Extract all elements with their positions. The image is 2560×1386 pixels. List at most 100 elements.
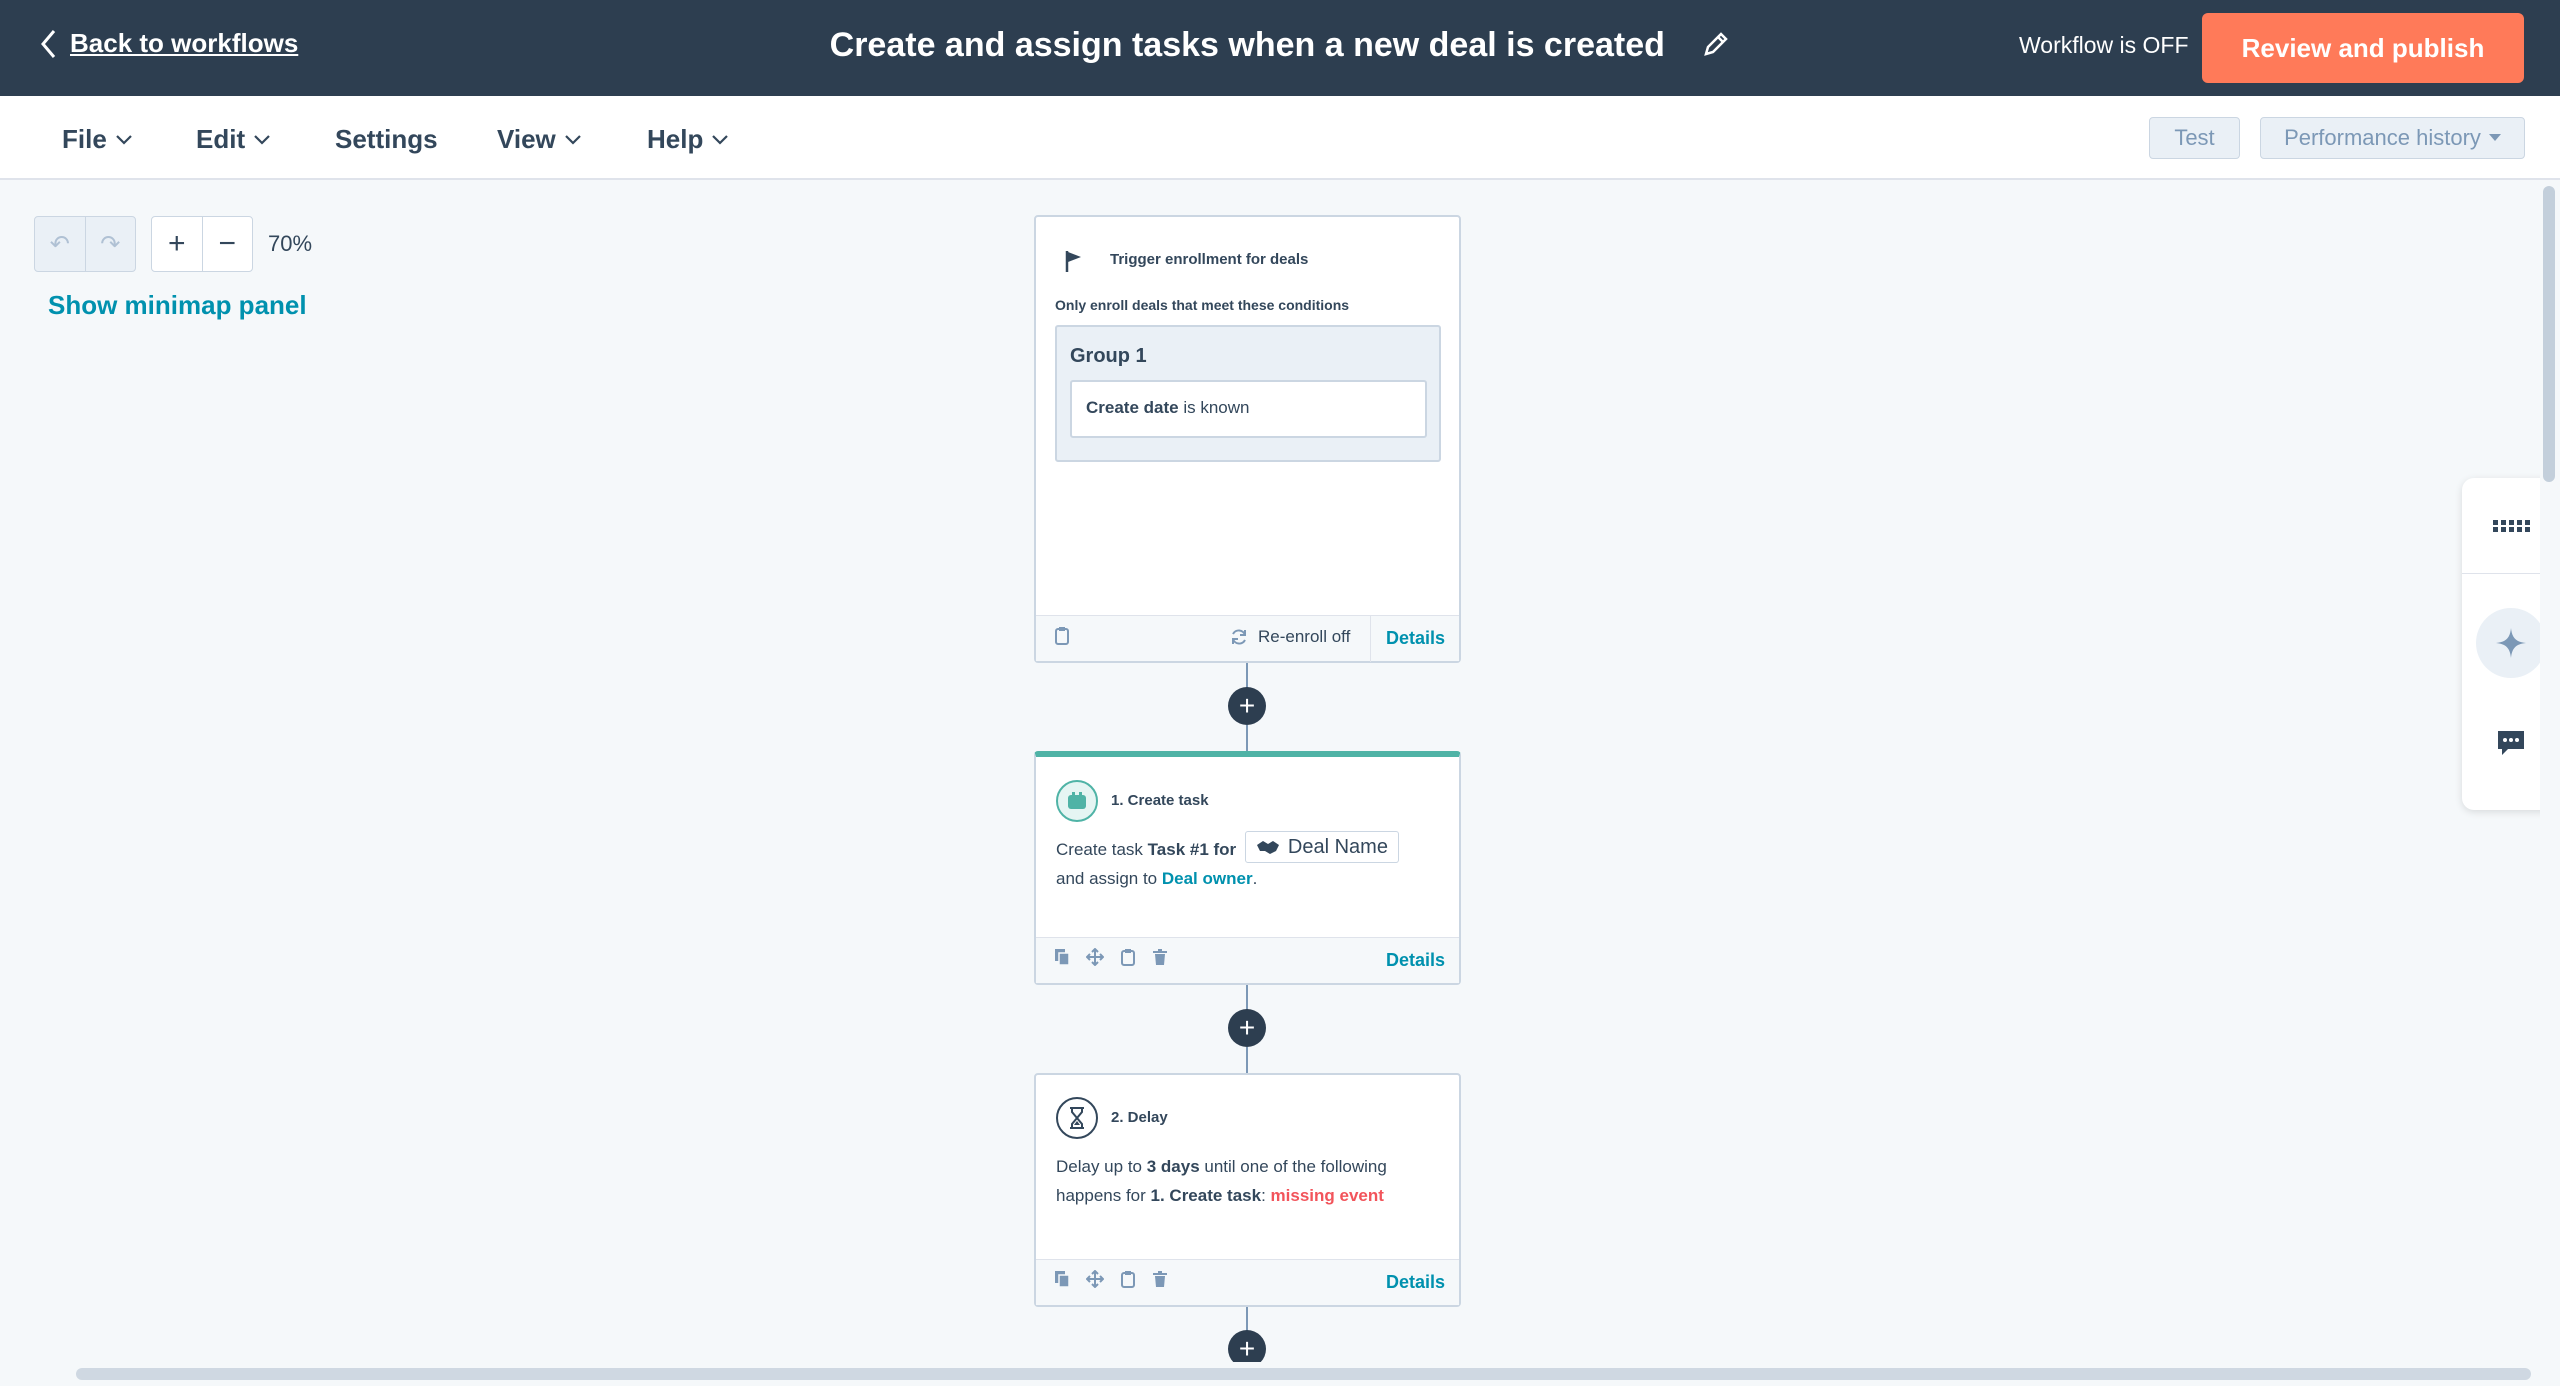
performance-history-label: Performance history — [2284, 125, 2481, 150]
top-bar: Back to workflows Create and assign task… — [0, 0, 2560, 96]
delay-description-line2: happens for 1. Create task: missing even… — [1056, 1180, 1384, 1212]
undo-icon: ↶ — [49, 230, 70, 258]
chat-icon — [2498, 731, 2524, 755]
zoom-in-button[interactable]: + — [152, 217, 202, 271]
minus-icon: − — [218, 227, 237, 260]
add-action-button[interactable]: + — [1228, 1009, 1266, 1047]
menu-edit-label: Edit — [196, 124, 246, 154]
redo-button[interactable]: ↷ — [84, 217, 136, 271]
menu-edit[interactable]: Edit — [196, 124, 271, 155]
trash-icon[interactable] — [1152, 948, 1168, 966]
connector-line — [1246, 1047, 1248, 1074]
zoom-out-button[interactable]: − — [201, 217, 253, 271]
copy-icon[interactable] — [1054, 948, 1070, 966]
delay-text-prefix: Delay up to — [1056, 1157, 1147, 1176]
create-task-details-link[interactable]: Details — [1386, 950, 1445, 971]
reenroll-label: Re-enroll off — [1258, 627, 1351, 646]
plus-icon: + — [1238, 1333, 1256, 1364]
review-and-publish-button[interactable]: Review and publish — [2202, 13, 2524, 83]
menu-help-label: Help — [647, 124, 704, 154]
workflow-title-text: Create and assign tasks when a new deal … — [829, 26, 1665, 64]
footer-divider — [1370, 616, 1371, 662]
chevron-down-icon — [712, 134, 729, 145]
delay-colon: : — [1261, 1186, 1271, 1205]
delay-footer: Details — [1036, 1259, 1459, 1305]
connector-line — [1246, 725, 1248, 752]
plus-icon: + — [167, 227, 186, 260]
copy-icon[interactable] — [1054, 1270, 1070, 1288]
undo-redo-group: ↶ ↷ — [34, 216, 136, 272]
move-icon[interactable] — [1086, 1270, 1104, 1288]
condition-operator: is known — [1178, 398, 1250, 417]
group-label: Group 1 — [1070, 345, 1147, 367]
redo-icon: ↷ — [100, 230, 121, 258]
assign-period: . — [1252, 869, 1258, 888]
assign-description: and assign to Deal owner. — [1056, 863, 1257, 895]
show-minimap-link[interactable]: Show minimap panel — [48, 290, 307, 321]
menu-view-label: View — [497, 124, 556, 154]
assign-text: and assign to — [1056, 869, 1162, 888]
task-icon — [1056, 780, 1098, 822]
zoom-level: 70% — [268, 231, 313, 256]
menu-file-label: File — [62, 124, 107, 154]
sparkle-icon — [2496, 628, 2526, 658]
delay-details-link[interactable]: Details — [1386, 1272, 1445, 1293]
delay-duration: 3 days — [1146, 1157, 1200, 1176]
create-task-description: Create task Task #1 for Deal Name — [1056, 831, 1399, 866]
clipboard-icon[interactable] — [1120, 948, 1136, 966]
create-task-title: 1. Create task — [1111, 792, 1209, 809]
task-name: Task #1 for — [1147, 840, 1237, 859]
delay-text-middle: until one of the following — [1199, 1157, 1387, 1176]
menu-file[interactable]: File — [62, 124, 133, 155]
workflow-status: Workflow is OFF — [2019, 32, 2189, 58]
missing-event-warning: missing event — [1270, 1186, 1384, 1205]
create-task-card[interactable]: 1. Create task Create task Task #1 for D… — [1034, 751, 1461, 985]
reenroll-toggle[interactable]: Re-enroll off — [1230, 627, 1350, 647]
hourglass-icon — [1056, 1097, 1098, 1139]
deal-owner-link[interactable]: Deal owner — [1162, 869, 1253, 888]
delay-title: 2. Delay — [1111, 1109, 1168, 1126]
horizontal-scrollbar-thumb[interactable] — [76, 1368, 2531, 1380]
delay-description-line1: Delay up to 3 days until one of the foll… — [1056, 1151, 1387, 1183]
clipboard-icon[interactable] — [1120, 1270, 1136, 1288]
edit-title-pencil-icon[interactable] — [1702, 28, 1730, 67]
refresh-icon — [1232, 629, 1246, 645]
create-task-footer: Details — [1036, 937, 1459, 983]
zoom-controls: + − — [151, 216, 253, 272]
deal-name-token: Deal Name — [1244, 831, 1399, 863]
trash-icon[interactable] — [1152, 1270, 1168, 1288]
ai-assistant-button[interactable] — [2476, 608, 2546, 678]
plus-icon: + — [1238, 690, 1256, 721]
test-button[interactable]: Test — [2149, 117, 2240, 159]
chevron-down-icon — [116, 134, 132, 145]
grid-dots-icon — [2493, 519, 2530, 532]
undo-button[interactable]: ↶ — [35, 217, 85, 271]
delay-reference: 1. Create task — [1150, 1186, 1262, 1205]
clipboard-icon[interactable] — [1054, 626, 1070, 646]
menu-view[interactable]: View — [497, 124, 582, 155]
trigger-title: Trigger enrollment for deals — [1110, 251, 1309, 268]
deal-name-label: Deal Name — [1287, 836, 1388, 858]
vertical-scrollbar-thumb[interactable] — [2543, 186, 2555, 482]
delay-card[interactable]: 2. Delay Delay up to 3 days until one of… — [1034, 1073, 1461, 1307]
trigger-card-footer: Re-enroll off Details — [1036, 615, 1459, 662]
move-icon[interactable] — [1086, 948, 1104, 966]
trigger-details-link[interactable]: Details — [1386, 628, 1445, 649]
menu-settings[interactable]: Settings — [335, 124, 438, 155]
handshake-icon — [1256, 841, 1279, 854]
condition-property: Create date — [1086, 398, 1179, 417]
trigger-card[interactable]: Trigger enrollment for deals Only enroll… — [1034, 215, 1461, 663]
menu-help[interactable]: Help — [647, 124, 729, 155]
trigger-subtitle: Only enroll deals that meet these condit… — [1055, 297, 1350, 313]
menu-settings-label: Settings — [335, 124, 438, 154]
chevron-down-icon — [254, 134, 270, 145]
add-action-button[interactable]: + — [1228, 687, 1266, 725]
plus-icon: + — [1238, 1012, 1256, 1043]
delay-text-happens: happens for — [1056, 1186, 1151, 1205]
chevron-down-icon — [565, 134, 581, 145]
task-text-prefix: Create task — [1056, 840, 1148, 859]
condition-group: Group 1 Create date is known — [1055, 325, 1441, 462]
performance-history-button[interactable]: Performance history — [2260, 117, 2525, 159]
caret-down-icon — [2488, 134, 2501, 141]
condition-filter[interactable]: Create date is known — [1070, 380, 1427, 438]
